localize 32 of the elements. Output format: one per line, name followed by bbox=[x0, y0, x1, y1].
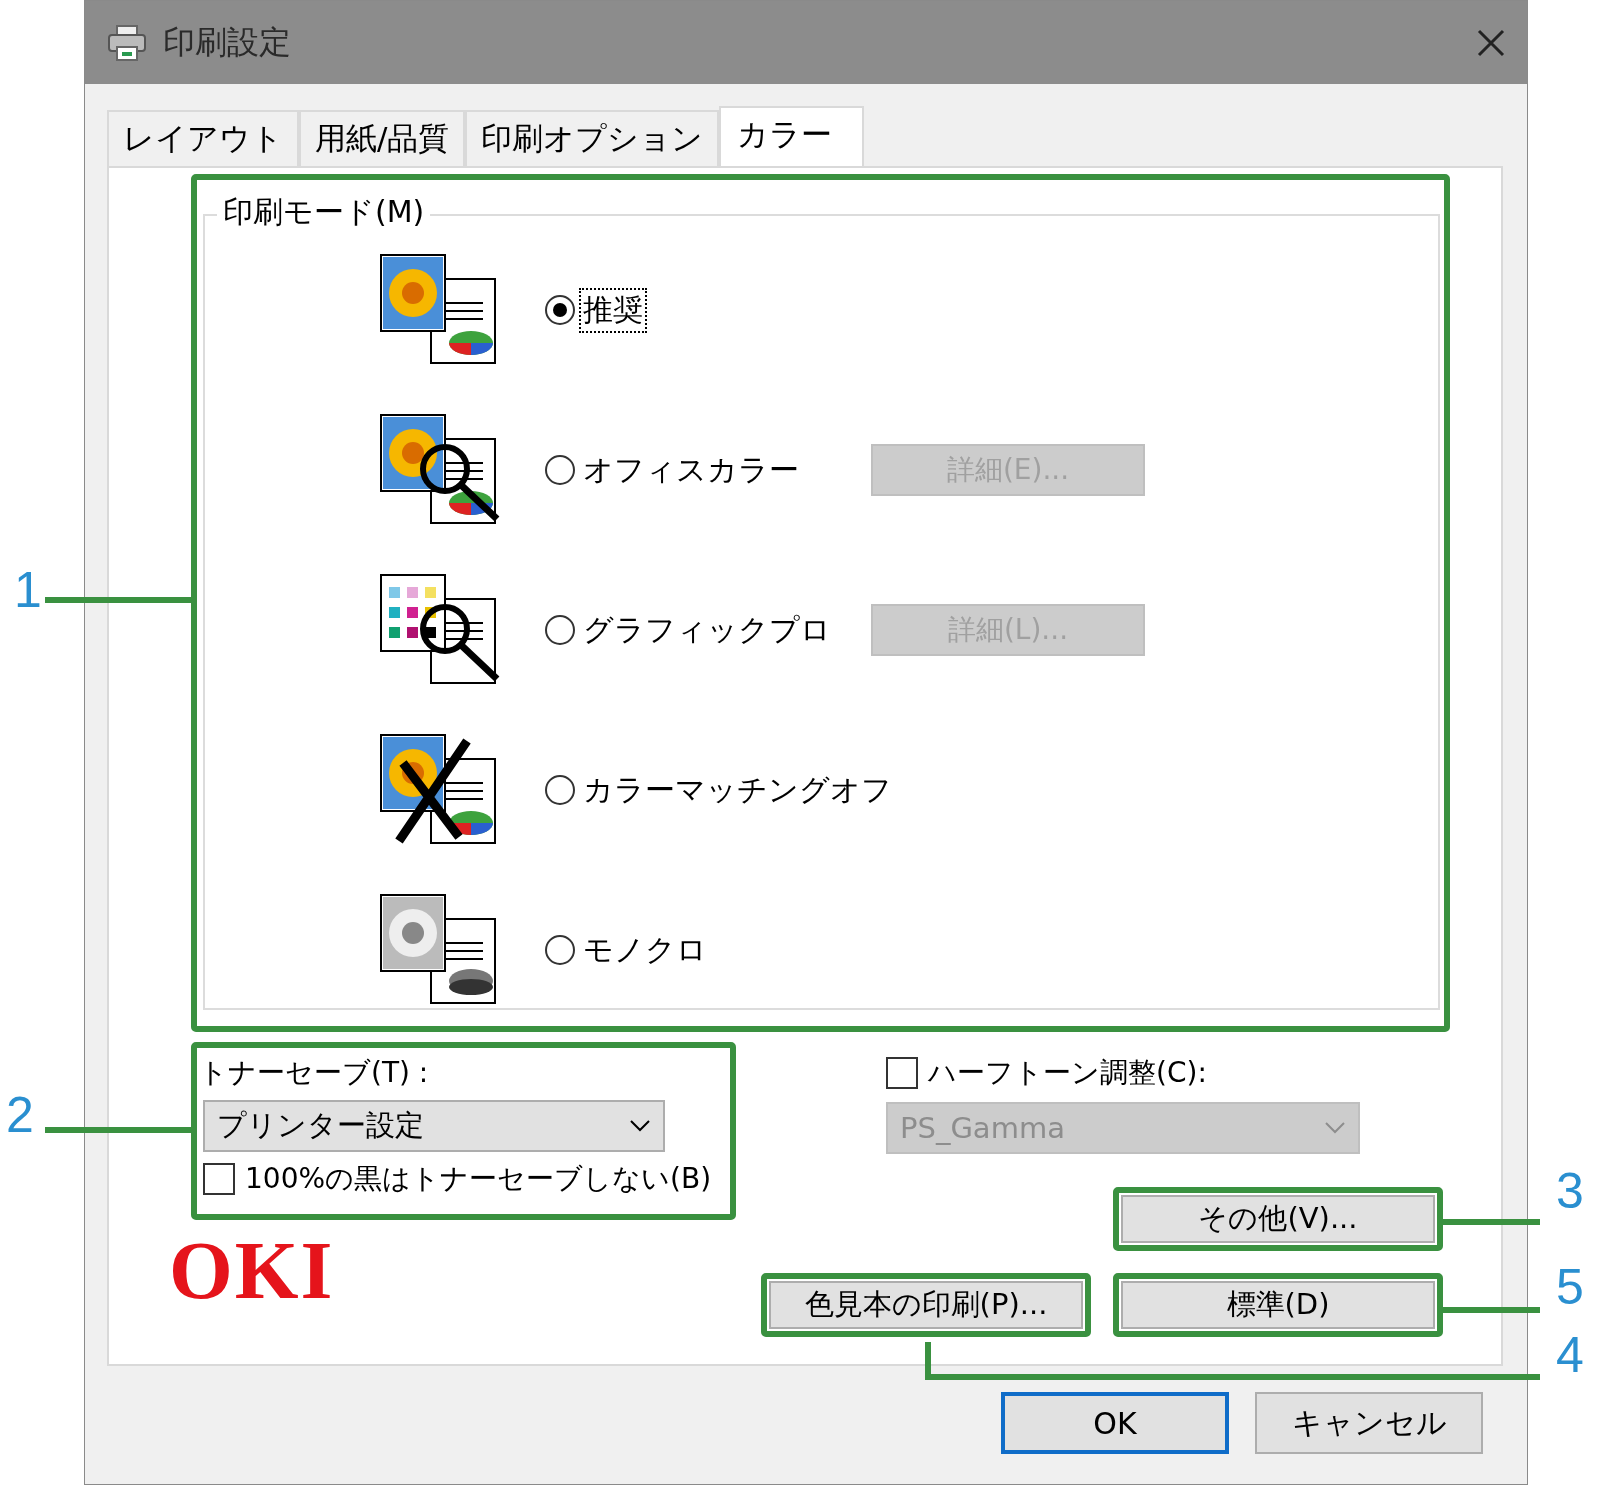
default-button[interactable]: 標準(D) bbox=[1121, 1281, 1435, 1329]
callout-number: 1 bbox=[14, 565, 42, 615]
toner-save-dropdown[interactable]: プリンター設定 bbox=[203, 1100, 665, 1152]
tab[interactable]: カラー bbox=[719, 106, 865, 168]
checkbox-label[interactable]: 100%の黒はトナーセーブしない(B) bbox=[245, 1160, 712, 1198]
radio-label[interactable]: 推奨 bbox=[581, 289, 645, 331]
checkbox[interactable] bbox=[203, 1163, 235, 1195]
window-title: 印刷設定 bbox=[163, 21, 291, 63]
printer-icon bbox=[107, 24, 147, 61]
print-samples-button[interactable]: 色見本の印刷(P)... bbox=[769, 1281, 1083, 1329]
radio-button[interactable] bbox=[545, 935, 575, 965]
radio-button[interactable] bbox=[545, 455, 575, 485]
radio-button[interactable] bbox=[545, 775, 575, 805]
radio-label[interactable]: カラーマッチングオフ bbox=[581, 769, 894, 811]
dialog-button[interactable]: キャンセル bbox=[1255, 1392, 1483, 1454]
callout-number: 3 bbox=[1556, 1166, 1584, 1216]
radio-button[interactable] bbox=[545, 615, 575, 645]
radio-button[interactable] bbox=[545, 295, 575, 325]
radio-label[interactable]: オフィスカラー bbox=[581, 449, 801, 491]
logo: OKI bbox=[169, 1230, 336, 1312]
radio-label[interactable]: グラフィックプロ bbox=[581, 609, 833, 651]
callout-number: 2 bbox=[6, 1090, 34, 1140]
field-label: トナーセーブ(T) : bbox=[199, 1055, 430, 1091]
other-button[interactable]: その他(V)... bbox=[1121, 1195, 1435, 1243]
tab[interactable]: 用紙/品質 bbox=[299, 110, 466, 166]
callout-number: 4 bbox=[1556, 1330, 1584, 1380]
tab[interactable]: レイアウト bbox=[107, 110, 299, 166]
tab[interactable]: 印刷オプション bbox=[465, 110, 720, 166]
radio-label[interactable]: モノクロ bbox=[581, 929, 709, 971]
dialog-button[interactable]: OK bbox=[1001, 1392, 1229, 1454]
callout-number: 5 bbox=[1556, 1262, 1584, 1312]
close-icon[interactable] bbox=[1477, 28, 1505, 57]
